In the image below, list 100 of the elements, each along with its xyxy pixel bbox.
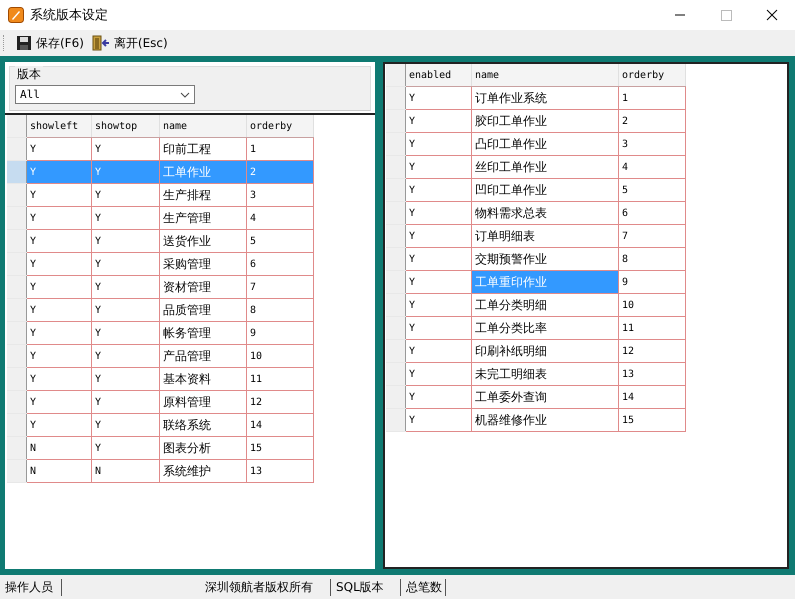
row-header[interactable] [7,322,26,344]
table-cell: 采购管理 [160,252,246,276]
table-cell: 14 [246,414,314,436]
column-header[interactable]: orderby [618,64,686,86]
row-header[interactable] [7,160,26,184]
table-cell: 丝印工单作业 [472,156,618,178]
table-cell: 订单作业系统 [472,86,618,110]
row-header[interactable] [7,460,26,482]
table-cell: 6 [618,202,686,224]
row-header[interactable] [7,344,26,368]
table-cell: 9 [618,270,686,294]
version-dropdown[interactable]: All [15,85,195,104]
table-cell: 工单分类比率 [472,316,618,340]
table-cell: 机器维修作业 [472,408,618,432]
table-cell: Y [26,344,92,368]
table-cell: Y [26,184,92,206]
column-header[interactable]: showtop [92,115,160,138]
status-text: 操作人员 [0,578,62,596]
table-cell: Y [406,86,472,110]
table-cell: 11 [618,316,686,340]
app-icon [8,7,24,23]
table-cell: 订单明细表 [472,224,618,248]
table-cell: 印刷补纸明细 [472,340,618,362]
table-cell: 2 [618,110,686,132]
column-header[interactable]: name [160,115,246,138]
table-cell: 工单分类明细 [472,294,618,316]
status-text: 总笔数 [401,578,446,596]
table-cell: 品质管理 [160,298,246,322]
table-cell: N [26,436,92,460]
table-cell: 原料管理 [160,390,246,414]
table-cell: 资材管理 [160,276,246,298]
table-cell: Y [92,298,160,322]
column-header[interactable]: orderby [246,115,314,138]
table-cell: 凸印工单作业 [472,132,618,156]
table-cell: 送货作业 [160,230,246,252]
table-cell: 未完工明细表 [472,362,618,386]
table-cell: 物料需求总表 [472,202,618,224]
table-cell: 3 [246,184,314,206]
table-cell: 5 [246,230,314,252]
table-cell: Y [26,322,92,344]
table-cell: 生产管理 [160,206,246,230]
table-cell: 工单作业 [160,160,246,184]
table-cell: Y [26,252,92,276]
table-cell: Y [406,202,472,224]
table-cell: Y [406,132,472,156]
column-header[interactable]: name [472,64,618,86]
row-header[interactable] [7,252,26,276]
table-cell: 14 [618,386,686,408]
table-cell: 帐务管理 [160,322,246,344]
table-cell: Y [406,156,472,178]
table-cell: Y [26,276,92,298]
row-header[interactable] [7,414,26,436]
column-header[interactable]: showleft [26,115,92,138]
status-text: 深圳领航者版权所有 [200,578,331,596]
table-cell: Y [406,110,472,132]
row-header[interactable] [7,184,26,206]
table-cell: 8 [618,248,686,270]
table-cell: Y [92,184,160,206]
table-cell: 6 [246,252,314,276]
table-cell: Y [406,224,472,248]
table-cell: 11 [246,368,314,390]
status-text: SQL版本 [331,578,401,596]
window-title: 系统版本设定 [30,7,109,24]
table-cell: 基本资料 [160,368,246,390]
row-header[interactable] [7,298,26,322]
door-exit-icon [92,35,110,51]
table-cell: N [92,460,160,482]
table-cell: 2 [246,160,314,184]
row-header[interactable] [7,276,26,298]
table-cell: 9 [246,322,314,344]
chevron-down-icon [180,92,190,98]
table-cell: Y [26,390,92,414]
table-cell: Y [26,206,92,230]
table-cell: Y [26,298,92,322]
table-cell: Y [406,248,472,270]
table-cell: Y [92,390,160,414]
column-header[interactable]: enabled [406,64,472,86]
table-cell: Y [406,178,472,202]
row-header[interactable] [7,390,26,414]
row-header[interactable] [7,138,26,160]
table-cell: Y [26,160,92,184]
table-cell: 1 [618,86,686,110]
row-header[interactable] [7,368,26,390]
table-cell: Y [92,414,160,436]
table-cell: 工单重印作业 [472,270,618,294]
table-cell: 生产排程 [160,184,246,206]
toolbar-button[interactable]: 保存(F6) [13,32,87,54]
row-header[interactable] [7,206,26,230]
table-cell: 8 [246,298,314,322]
table-cell: 胶印工单作业 [472,110,618,132]
table-cell: 图表分析 [160,436,246,460]
row-header[interactable] [7,436,26,460]
table-cell: Y [92,368,160,390]
row-header[interactable] [7,230,26,252]
table-cell: Y [92,344,160,368]
table-cell: 7 [246,276,314,298]
table-cell: Y [26,368,92,390]
toolbar-button[interactable]: 离开(Esc) [88,32,171,54]
table-cell: Y [406,340,472,362]
table-cell: Y [406,294,472,316]
